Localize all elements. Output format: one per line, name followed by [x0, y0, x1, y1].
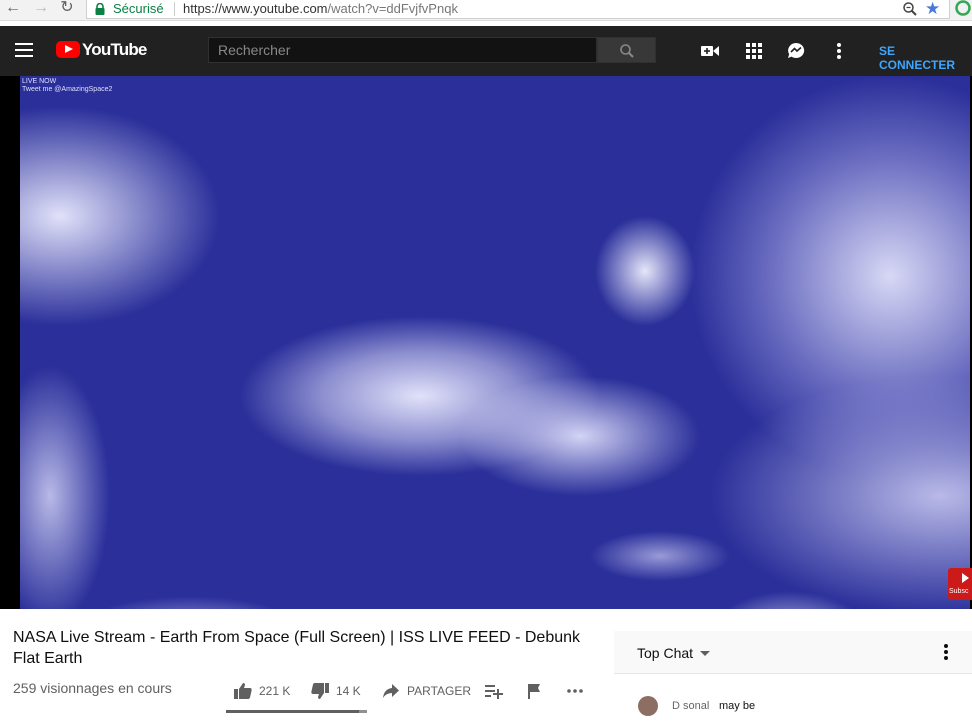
secure-label: Sécurisé: [113, 1, 164, 16]
back-arrow-icon[interactable]: ←: [4, 0, 22, 18]
view-count: 259 visionnages en cours: [13, 680, 172, 696]
lock-icon: [95, 3, 105, 15]
subscribe-play-icon: [962, 573, 969, 583]
more-horizontal-icon: [567, 689, 583, 693]
menu-icon[interactable]: [15, 43, 33, 57]
chat-header: Top Chat: [614, 631, 972, 674]
youtube-play-logo-icon: [56, 41, 80, 58]
apps-grid-icon[interactable]: [744, 41, 764, 61]
stream-overlay-text: LIVE NOW Tweet me @AmazingSpace2: [22, 78, 112, 94]
thumbs-down-icon: [311, 683, 329, 699]
like-button[interactable]: 221 K: [234, 683, 294, 699]
subscribe-watermark[interactable]: Subsc: [948, 568, 972, 600]
dislike-count: 14 K: [336, 684, 361, 698]
forward-arrow-icon[interactable]: →: [32, 0, 50, 18]
browser-address-bar: ← → ↻ Sécurisé https://www.youtube.com/w…: [0, 0, 972, 21]
video-title: NASA Live Stream - Earth From Space (Ful…: [13, 629, 581, 667]
reload-icon[interactable]: ↻: [58, 0, 76, 18]
chat-text: may be: [719, 700, 756, 712]
more-options-icon[interactable]: [829, 41, 849, 61]
search-icon: [620, 44, 634, 58]
chat-more-options-icon[interactable]: [944, 644, 948, 660]
share-button[interactable]: PARTAGER: [382, 683, 472, 699]
add-to-playlist-icon: [485, 685, 503, 699]
flag-icon: [528, 684, 540, 699]
chevron-down-icon[interactable]: [700, 651, 710, 656]
subscribe-watermark-label: Subsc: [949, 588, 969, 595]
report-button[interactable]: [526, 683, 546, 699]
sign-in-button[interactable]: SE CONNECTER: [879, 44, 972, 72]
overlay-line-2: Tweet me @AmazingSpace2: [22, 86, 113, 93]
youtube-masthead: YouTube SE CONNECTER: [0, 26, 972, 76]
avatar[interactable]: [638, 696, 658, 716]
omnibox-separator: [174, 2, 175, 16]
overlay-line-1: LIVE NOW: [22, 78, 57, 85]
add-to-playlist-button[interactable]: [485, 683, 505, 699]
share-arrow-icon: [383, 684, 399, 698]
omnibox[interactable]: Sécurisé https://www.youtube.com/watch?v…: [86, 0, 950, 19]
like-count: 221 K: [259, 684, 291, 698]
search-button[interactable]: [597, 37, 656, 63]
share-label: PARTAGER: [407, 684, 472, 698]
video-frame[interactable]: LIVE NOW Tweet me @AmazingSpace2: [20, 76, 970, 609]
sentiment-bar-likes: [226, 710, 359, 713]
sentiment-bar: [226, 710, 367, 713]
extension-icon[interactable]: [955, 0, 971, 16]
create-video-icon[interactable]: [700, 41, 720, 61]
chat-mode-dropdown[interactable]: Top Chat: [637, 645, 693, 661]
logo-text: YouTube: [82, 40, 147, 59]
messages-icon[interactable]: [786, 41, 806, 61]
more-actions-button[interactable]: [566, 683, 586, 699]
thumbs-up-icon: [234, 683, 252, 699]
zoom-icon[interactable]: [902, 1, 918, 17]
url-text[interactable]: https://www.youtube.com/watch?v=ddFvjfvP…: [183, 1, 458, 16]
live-chat-panel: Top Chat Sushil Garhwal that's satellite…: [614, 631, 972, 722]
bookmark-star-icon[interactable]: ★: [925, 0, 940, 19]
dislike-button[interactable]: 14 K: [311, 683, 366, 699]
chat-author[interactable]: D sonal: [672, 700, 709, 712]
search-input[interactable]: [208, 37, 597, 63]
video-player[interactable]: LIVE NOW Tweet me @AmazingSpace2 Subsc: [0, 76, 972, 609]
